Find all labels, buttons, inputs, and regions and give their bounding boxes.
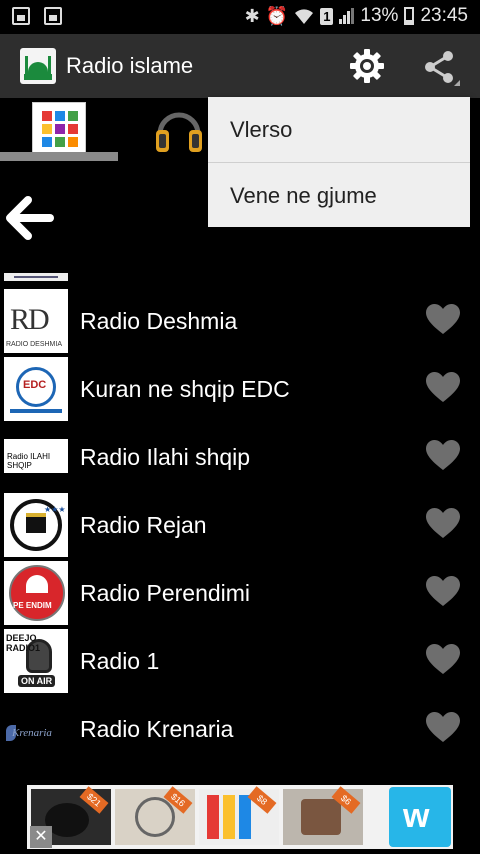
list-item[interactable]: Krenaria Radio Krenaria — [0, 695, 480, 763]
favorite-heart-icon[interactable] — [426, 304, 460, 336]
list-item[interactable]: ★★★ Radio Rejan — [0, 491, 480, 559]
favorite-heart-icon[interactable] — [426, 508, 460, 540]
menu-item-vlerso[interactable]: Vlerso — [208, 97, 470, 162]
favorite-heart-icon[interactable] — [426, 372, 460, 404]
favorite-heart-icon[interactable] — [426, 576, 460, 608]
list-item[interactable]: PE ENDIM Radio Perendimi — [0, 559, 480, 627]
battery-percent: 13% — [360, 5, 399, 26]
list-item[interactable]: EDC Kuran ne shqip EDC — [0, 355, 480, 423]
station-name: Radio Deshmia — [80, 308, 238, 334]
station-thumbnail: PE ENDIM — [4, 561, 68, 625]
station-thumbnail: Radio ILAHI SHQIP — [4, 425, 68, 489]
headphones-icon[interactable] — [154, 104, 204, 156]
station-name: Kuran ne shqip EDC — [80, 376, 290, 402]
station-name: Radio Rejan — [80, 512, 207, 538]
tab-selected-indicator — [0, 152, 118, 161]
ad-product-camera: $6 — [283, 786, 363, 845]
back-arrow-icon[interactable] — [4, 196, 54, 240]
ad-banner[interactable]: $21 $16 $8 $6 w — [27, 785, 453, 849]
share-icon[interactable] — [420, 48, 460, 88]
station-thumbnail: Krenaria — [4, 697, 68, 761]
signal-icon — [339, 8, 355, 24]
bluetooth-icon: ✱ — [244, 5, 260, 26]
image-notification-icon — [44, 7, 62, 25]
gallery-notification-icon — [12, 7, 30, 25]
station-name: Radio Krenaria — [80, 716, 234, 742]
station-thumbnail: RD RADIO DESHMIA — [4, 289, 68, 353]
menu-item-sleep-timer[interactable]: Vene ne gjume — [208, 162, 470, 227]
settings-gear-icon[interactable] — [347, 46, 387, 86]
ad-product-phone-cases: $8 — [199, 786, 279, 845]
station-thumbnail: ★★★ — [4, 493, 68, 557]
favorite-heart-icon[interactable] — [426, 440, 460, 472]
station-name: Radio 1 — [80, 648, 160, 674]
list-item[interactable]: RD RADIO DESHMIA Radio Deshmia — [0, 287, 480, 355]
list-item[interactable]: DEEJO RADIO1 ON AIR Radio 1 — [0, 627, 480, 695]
action-bar: Radio islame — [0, 34, 480, 98]
app-logo-icon — [20, 48, 56, 84]
ad-product-clock: $16 — [115, 786, 195, 845]
clock: 23:45 — [420, 5, 468, 26]
favorite-heart-icon[interactable] — [426, 712, 460, 744]
status-bar: ✱ ⏰ 1 13% 23:45 — [0, 0, 480, 34]
app-title: Radio islame — [66, 53, 194, 78]
alarm-icon: ⏰ — [265, 5, 289, 26]
sim-slot-badge: 1 — [320, 7, 334, 25]
ad-close-button[interactable]: ✕ — [30, 826, 52, 848]
wifi-icon — [295, 9, 314, 24]
station-thumbnail: EDC — [4, 357, 68, 421]
battery-icon — [404, 7, 415, 25]
station-thumbnail: DEEJO RADIO1 ON AIR — [4, 629, 68, 693]
list-item[interactable]: Radio ILAHI SHQIP Radio Ilahi shqip — [0, 423, 480, 491]
station-name: Radio Perendimi — [80, 580, 251, 606]
favorite-heart-icon[interactable] — [426, 644, 460, 676]
grid-apps-icon[interactable] — [32, 102, 86, 154]
wish-logo[interactable]: w — [389, 787, 451, 847]
overflow-menu: Vlerso Vene ne gjume — [208, 97, 470, 227]
partial-thumbnail — [4, 273, 68, 281]
station-name: Radio Ilahi shqip — [80, 444, 251, 470]
